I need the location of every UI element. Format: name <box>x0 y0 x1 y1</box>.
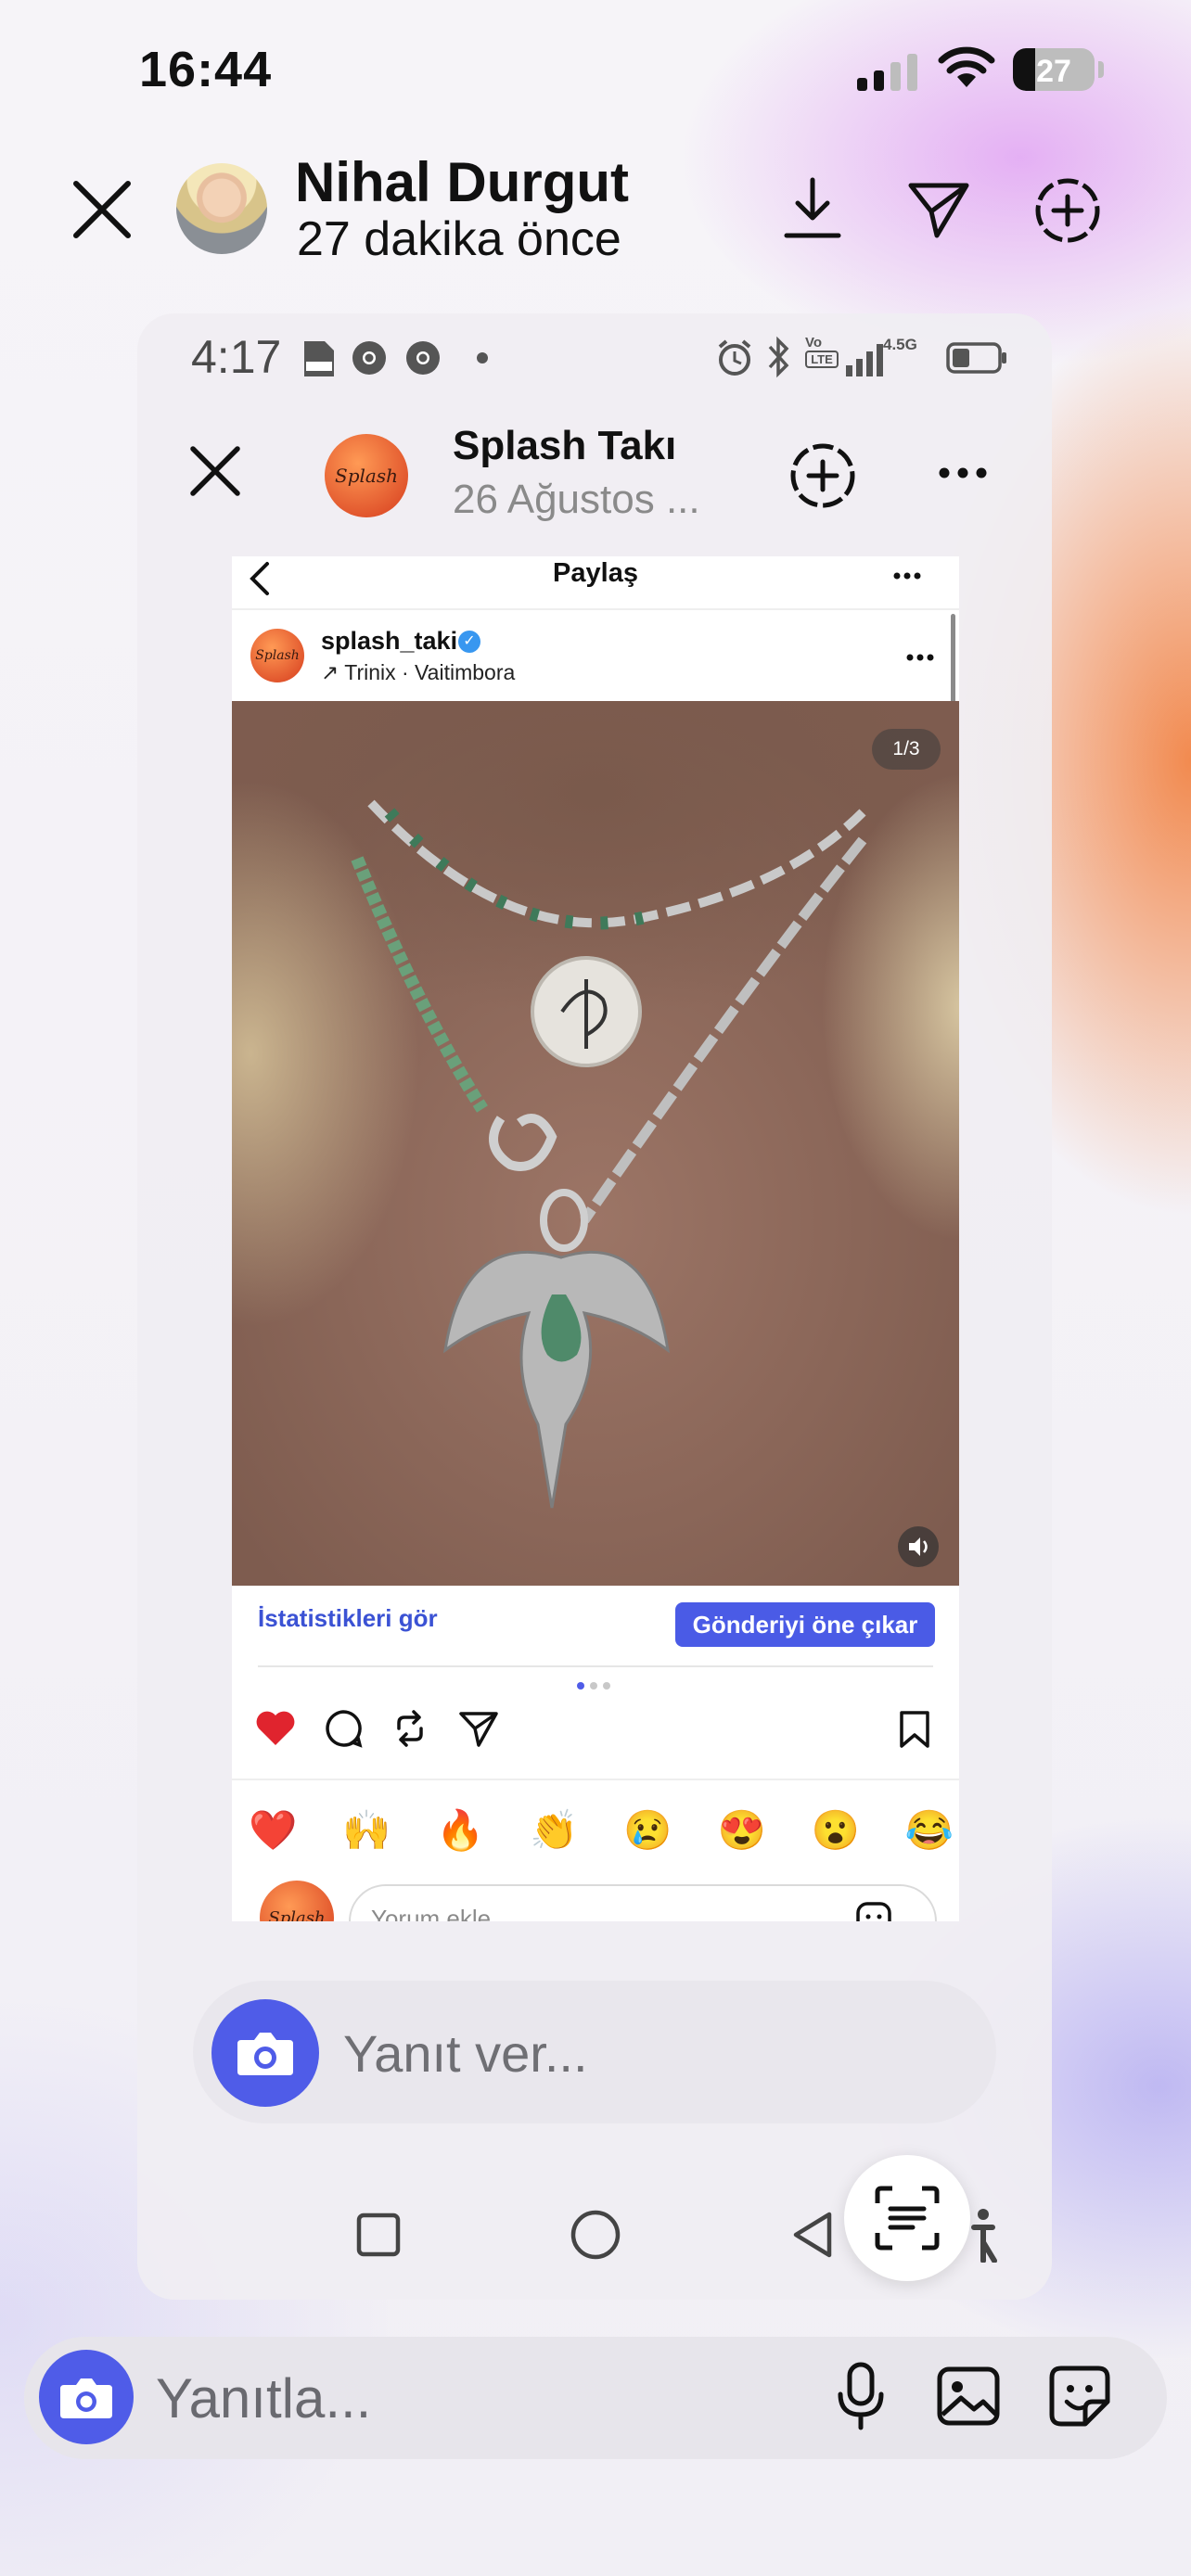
mic-icon[interactable] <box>835 2361 887 2431</box>
emoji-fire[interactable]: 🔥 <box>436 1808 484 1854</box>
send-icon[interactable] <box>905 176 972 243</box>
divider <box>258 1665 933 1667</box>
share-icon[interactable] <box>458 1710 499 1747</box>
inner-status-time: 4:17 <box>191 331 282 383</box>
inner-more-icon[interactable] <box>937 465 989 480</box>
accessibility-icon[interactable] <box>965 2207 1002 2263</box>
chrome-icon <box>351 339 388 376</box>
inner-story-user[interactable]: Splash Takı <box>453 423 676 469</box>
sticker-smile-icon[interactable] <box>855 1901 892 1921</box>
post-photo[interactable]: 1/3 <box>232 701 959 1586</box>
gallery-icon[interactable] <box>937 2366 1000 2426</box>
post-screenshot: Paylaş Splash splash_taki ✓ ↗ Trinix · V… <box>232 556 959 1921</box>
carousel-dot <box>603 1682 610 1690</box>
avatar[interactable] <box>176 163 267 254</box>
divider <box>232 1779 959 1780</box>
volume-icon[interactable] <box>898 1526 939 1567</box>
close-icon[interactable] <box>69 176 135 243</box>
carousel-dots <box>575 1680 620 1691</box>
carousel-dot <box>590 1682 597 1690</box>
inner-close-icon[interactable] <box>186 441 245 501</box>
post-avatar[interactable]: Splash <box>250 629 304 682</box>
network-type: 4.5G <box>883 336 917 353</box>
story-time-ago: 27 dakika önce <box>297 212 621 266</box>
alarm-icon <box>714 338 755 378</box>
carousel-counter: 1/3 <box>872 729 941 770</box>
wifi-icon <box>937 46 996 91</box>
lens-icon[interactable] <box>844 2155 970 2281</box>
bookmark-icon[interactable] <box>898 1710 931 1749</box>
status-time: 16:44 <box>139 42 273 97</box>
emoji-cry[interactable]: 😢 <box>623 1808 672 1854</box>
battery-indicator: 27 <box>1013 48 1095 91</box>
inner-avatar[interactable]: Splash <box>325 434 408 517</box>
reply-placeholder: Yanıtla... <box>156 2367 372 2429</box>
sticker-icon[interactable] <box>1048 2365 1111 2428</box>
home-icon[interactable] <box>570 2209 621 2261</box>
emoji-surprised[interactable]: 😮 <box>812 1808 860 1854</box>
emoji-clap[interactable]: 👏 <box>530 1808 578 1854</box>
comment-icon[interactable] <box>323 1708 364 1749</box>
inner-reply-placeholder: Yanıt ver... <box>343 2024 588 2083</box>
inner-add-story-icon[interactable] <box>788 441 857 510</box>
post-username[interactable]: splash_taki <box>321 627 457 656</box>
carousel-dot <box>577 1682 584 1690</box>
verified-badge-icon: ✓ <box>458 631 480 653</box>
comment-avatar-text: Splash <box>268 1907 326 1922</box>
battery-tip <box>1098 61 1104 78</box>
post-header-title: Paylaş <box>553 558 638 588</box>
volte-label: LTE <box>805 351 839 368</box>
post-more-icon[interactable] <box>905 653 935 662</box>
repost-icon[interactable] <box>390 1708 430 1749</box>
boost-post-button[interactable]: Gönderiyi öne çıkar <box>675 1602 935 1647</box>
story-user-name[interactable]: Nihal Durgut <box>295 150 629 214</box>
camera-icon[interactable] <box>211 1999 319 2107</box>
inner-story-date: 26 Ağustos ... <box>453 477 700 522</box>
view-insights-link[interactable]: İstatistikleri gör <box>258 1604 438 1633</box>
header-more-icon[interactable] <box>892 571 922 580</box>
emoji-reactions: ❤️ 🙌 🔥 👏 😢 😍 😮 😂 <box>249 1808 954 1854</box>
bluetooth-icon <box>766 336 792 378</box>
divider <box>232 608 959 610</box>
inner-battery-icon <box>946 341 1009 375</box>
notification-dot <box>477 352 488 363</box>
recents-icon[interactable] <box>356 2213 401 2257</box>
comment-placeholder: Yorum ekle <box>371 1905 492 1921</box>
emoji-heart[interactable]: ❤️ <box>249 1808 297 1854</box>
back-nav-icon[interactable] <box>790 2211 835 2259</box>
chrome-icon-2 <box>404 339 442 376</box>
add-story-icon[interactable] <box>1033 176 1102 245</box>
signal-icon <box>857 54 922 91</box>
necklace-illustration <box>351 799 867 1509</box>
emoji-raised-hands[interactable]: 🙌 <box>342 1808 391 1854</box>
reply-camera-icon[interactable] <box>39 2350 134 2444</box>
battery-percent: 27 <box>1036 54 1071 89</box>
volte-icon: Vo LTE <box>805 336 840 378</box>
inner-avatar-text: Splash <box>335 465 398 487</box>
emoji-heart-eyes[interactable]: 😍 <box>717 1808 765 1854</box>
download-icon[interactable] <box>783 174 842 243</box>
post-avatar-text: Splash <box>255 648 300 663</box>
pdf-icon <box>301 339 338 378</box>
comment-avatar: Splash <box>260 1881 334 1921</box>
post-subtitle[interactable]: ↗ Trinix · Vaitimbora <box>321 660 515 685</box>
emoji-laugh[interactable]: 😂 <box>905 1808 954 1854</box>
heart-icon[interactable] <box>254 1708 297 1747</box>
